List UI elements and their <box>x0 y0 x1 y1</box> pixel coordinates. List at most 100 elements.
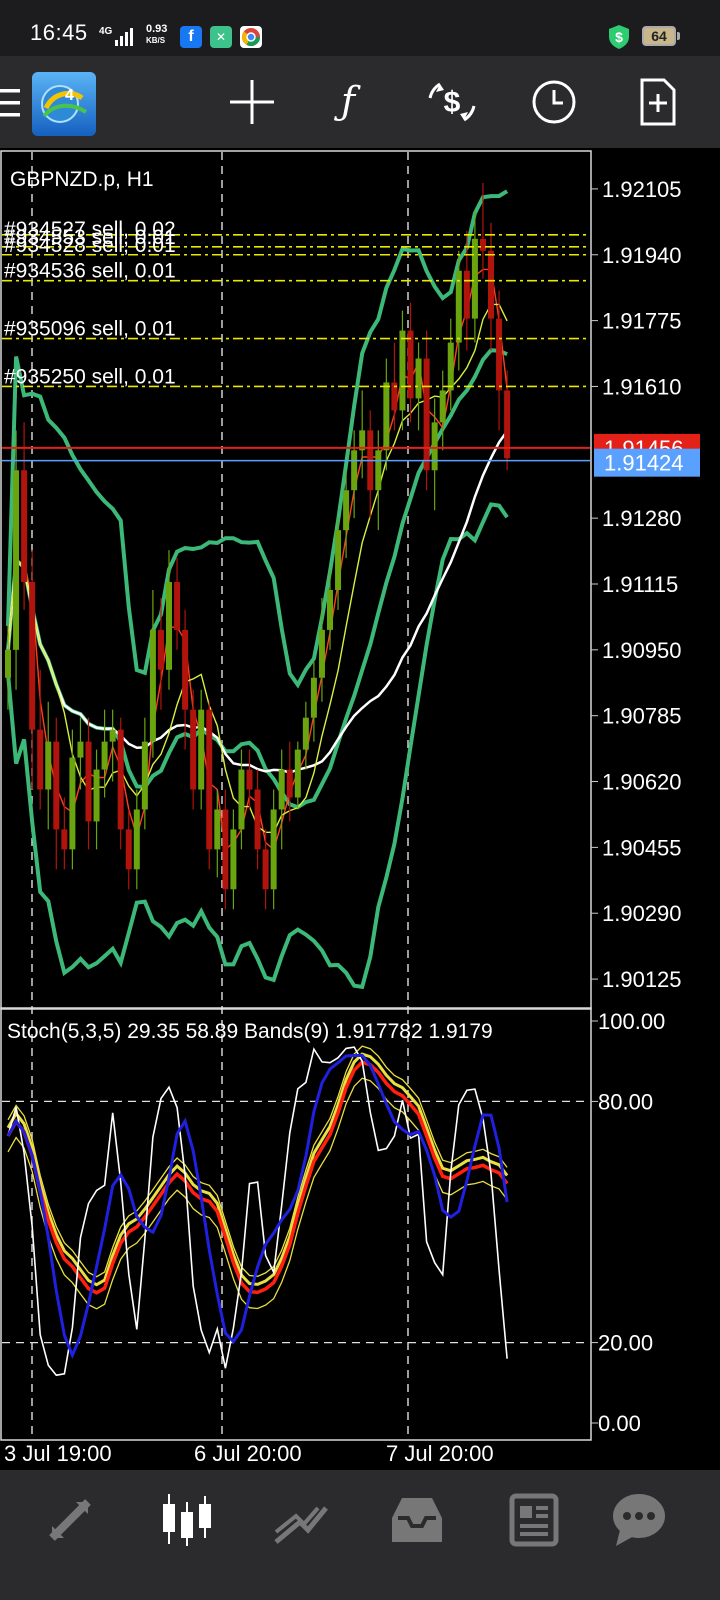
new-order-icon[interactable] <box>626 72 686 132</box>
status-time: 16:45 <box>30 20 88 45</box>
crosshair-icon[interactable] <box>222 72 282 132</box>
candle-body <box>198 709 205 790</box>
symbol-label: GBPNZD.p, H1 <box>10 168 154 191</box>
battery-nub <box>677 32 680 40</box>
osc-axis-label: 20.00 <box>598 1331 653 1356</box>
candle-body <box>471 238 478 319</box>
candle-body <box>101 741 108 770</box>
svg-text:ƒ: ƒ <box>334 79 361 123</box>
network-speed: 0.93 KB/S <box>146 23 168 46</box>
osc-axis-label: 100.00 <box>598 1009 665 1034</box>
price-chart[interactable]: #934527 sell, 0.02#934553 sell, 0.01#934… <box>0 148 720 1470</box>
oscillator-label: Stoch(5,3,5) 29.35 58.89 Bands(9) 1.9177… <box>7 1020 493 1043</box>
candle-body <box>149 629 156 742</box>
menu-icon[interactable] <box>0 89 20 117</box>
order-label: #934536 sell, 0.01 <box>4 260 176 283</box>
candle-body <box>53 741 60 830</box>
time-axis-label: 3 Jul 19:00 <box>4 1441 112 1466</box>
candle-body <box>262 849 269 890</box>
candle-body <box>278 769 285 810</box>
order-layer: #934527 sell, 0.02#934553 sell, 0.01#934… <box>2 218 590 462</box>
candle-body <box>318 629 325 678</box>
candle-body <box>29 581 36 730</box>
candle-body <box>125 829 132 870</box>
candle-body <box>496 318 503 391</box>
candle-body <box>383 382 390 451</box>
price-axis-label: 1.91610 <box>602 374 682 399</box>
stoch-band-upper <box>7 1045 508 1278</box>
candle-body <box>294 749 301 798</box>
candle-body <box>166 581 172 670</box>
svg-text:$: $ <box>444 86 461 119</box>
price-axis-label: 1.91280 <box>602 506 682 531</box>
trade-icon[interactable] <box>266 1488 336 1552</box>
oscillator-layer <box>6 1045 509 1377</box>
moving-average-red <box>7 268 508 851</box>
candle-body <box>37 729 44 790</box>
app-icon: ✕ <box>210 26 232 48</box>
chart-toolbar: 4 ƒ $ <box>0 56 720 148</box>
price-axis-label: 1.90620 <box>602 770 682 795</box>
price-axis-label: 1.92105 <box>602 177 682 202</box>
candle-body <box>109 729 116 742</box>
candle-body <box>133 809 140 870</box>
timeframe-icon[interactable] <box>524 72 584 132</box>
price-axis-label: 1.90290 <box>602 901 682 926</box>
candle-body <box>93 769 100 822</box>
candle-body <box>399 330 406 411</box>
candle-body <box>463 270 470 319</box>
candle-body <box>327 589 333 630</box>
candle-body <box>335 530 342 590</box>
candle-body <box>230 829 237 890</box>
moving-average-white <box>6 430 509 774</box>
candle-body <box>214 809 221 850</box>
candle-body <box>270 809 277 890</box>
candle-body <box>141 741 148 810</box>
history-icon[interactable] <box>382 1488 452 1552</box>
price-axis-label: 1.90455 <box>602 835 682 860</box>
time-axis: 3 Jul 19:00 6 Jul 20:00 7 Jul 20:00 <box>4 1441 494 1466</box>
bottom-navigation <box>0 1470 720 1600</box>
candle-body <box>375 450 382 491</box>
candle-body <box>415 358 422 399</box>
price-axis-label: 1.90125 <box>602 967 682 992</box>
news-icon[interactable] <box>498 1488 568 1552</box>
candle-body <box>117 729 124 830</box>
candle-body <box>254 789 261 850</box>
time-axis-label: 7 Jul 20:00 <box>386 1441 494 1466</box>
trade-icon[interactable]: $ <box>422 72 482 132</box>
candle-body <box>174 581 181 630</box>
candle-body <box>439 390 446 423</box>
indicators-icon[interactable]: ƒ <box>318 72 378 132</box>
candle-body <box>351 450 358 491</box>
candle-body <box>431 422 438 471</box>
svg-text:$: $ <box>615 29 623 45</box>
chart-icon[interactable] <box>152 1488 222 1552</box>
price-axis-label: 1.90950 <box>602 638 682 663</box>
price-axis-label: 1.91940 <box>602 243 682 268</box>
candle-body <box>407 330 414 399</box>
candle-body <box>206 709 213 850</box>
candle-body <box>69 757 76 850</box>
price-axis-label: 1.91775 <box>602 309 682 334</box>
chrome-icon <box>240 26 262 48</box>
osc-axis-label: 0.00 <box>598 1411 641 1436</box>
shield-dollar-icon: $ <box>609 25 629 49</box>
battery-icon: 64 <box>642 26 676 46</box>
quotes-icon[interactable] <box>38 1488 108 1552</box>
chat-icon[interactable] <box>604 1488 674 1552</box>
candle-body <box>302 717 309 750</box>
order-label: #935250 sell, 0.01 <box>4 365 176 388</box>
candle-body <box>246 769 253 790</box>
candle-body <box>190 709 197 790</box>
candle-body <box>13 470 20 650</box>
osc-axis-label: 80.00 <box>598 1089 653 1114</box>
candle-body <box>157 629 164 670</box>
chart-area[interactable]: #934527 sell, 0.02 #934553 sell, 0.01 #934… <box>0 148 720 1470</box>
candle-body <box>310 677 317 718</box>
ask-price-label: 1.91424 <box>604 451 684 476</box>
candle-body <box>238 769 245 830</box>
mt4-logo[interactable]: 4 <box>32 72 96 136</box>
order-label: #934528 sell, 0.01 <box>4 234 176 257</box>
status-bar: 16:45 4G 0.93 KB/S f ✕ $ 64 <box>0 0 720 56</box>
